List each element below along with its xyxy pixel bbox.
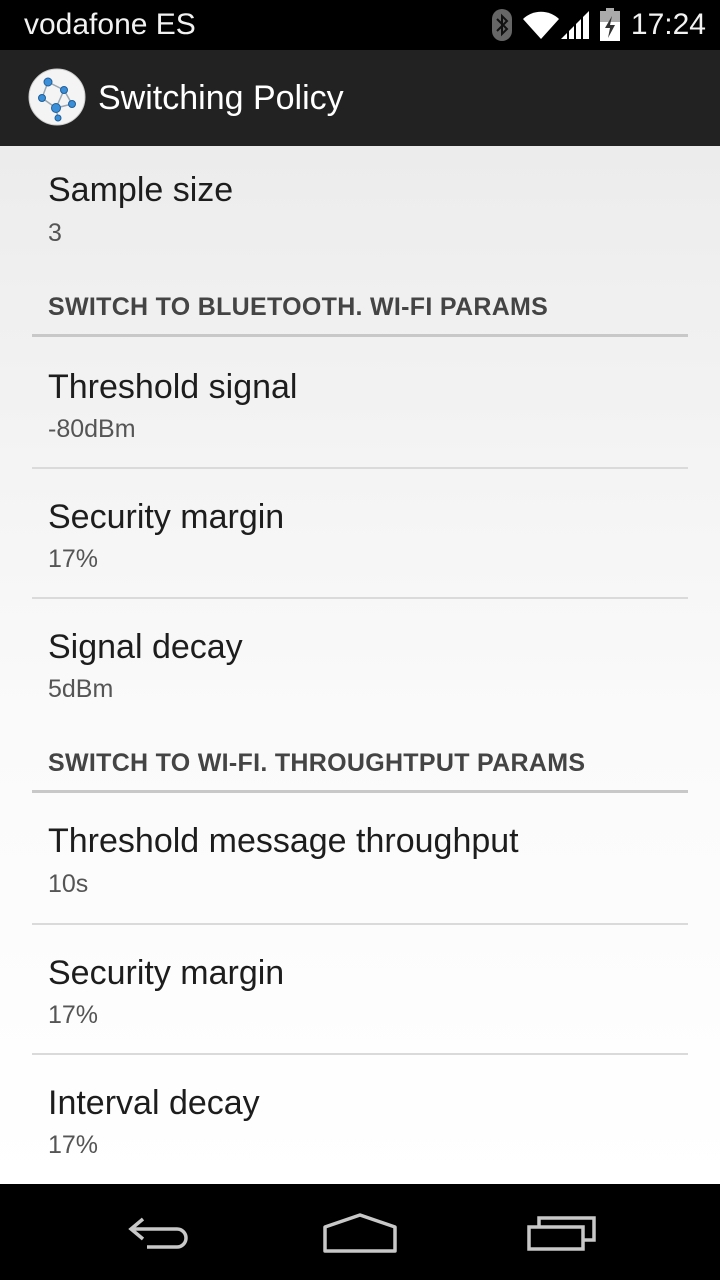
- action-bar: Switching Policy: [0, 50, 720, 146]
- pref-summary: -80dBm: [48, 415, 136, 443]
- bluetooth-icon: [491, 9, 512, 41]
- pref-threshold-message-throughput[interactable]: Threshold message throughput 10s: [32, 793, 688, 923]
- page-title: Switching Policy: [98, 79, 344, 117]
- navigation-bar: [0, 1184, 720, 1280]
- status-bar: vodafone ES 17:24: [0, 0, 720, 50]
- pref-security-margin-wifi[interactable]: Security margin 17%: [32, 925, 688, 1053]
- wifi-icon: [522, 11, 559, 39]
- app-network-icon[interactable]: [28, 68, 86, 126]
- pref-summary: 10s: [48, 870, 89, 898]
- category-header-bluetooth: SWITCH TO BLUETOOTH. WI-FI PARAMS: [48, 293, 549, 321]
- recents-icon: [527, 1216, 596, 1251]
- pref-summary: 5dBm: [48, 675, 114, 703]
- pref-title: Interval decay: [48, 1084, 260, 1122]
- pref-title: Threshold signal: [48, 368, 298, 406]
- back-icon: [128, 1217, 188, 1249]
- pref-title: Security margin: [48, 954, 285, 992]
- pref-security-margin-bluetooth[interactable]: Security margin 17%: [32, 469, 688, 597]
- pref-title: Security margin: [48, 498, 285, 536]
- pref-summary: 17%: [48, 545, 99, 573]
- pref-title: Sample size: [48, 171, 234, 209]
- clock: 17:24: [630, 8, 706, 41]
- pref-signal-decay[interactable]: Signal decay 5dBm: [32, 599, 688, 727]
- pref-title: Signal decay: [48, 628, 243, 666]
- home-icon: [323, 1213, 397, 1253]
- home-button[interactable]: [310, 1206, 410, 1260]
- carrier-name: vodafone ES: [24, 8, 196, 41]
- pref-summary: 3: [48, 219, 62, 247]
- cell-signal-icon: [560, 9, 589, 41]
- pref-title: Threshold message throughput: [48, 822, 519, 860]
- battery-icon: [599, 8, 620, 41]
- category-header-wifi: SWITCH TO WI-FI. THROUGHTPUT PARAMS: [48, 749, 586, 777]
- pref-sample-size[interactable]: Sample size 3: [32, 146, 688, 266]
- back-button[interactable]: [110, 1206, 210, 1260]
- pref-threshold-signal[interactable]: Threshold signal -80dBm: [32, 337, 688, 467]
- recents-button[interactable]: [512, 1206, 612, 1260]
- pref-summary: 17%: [48, 1001, 99, 1029]
- pref-interval-decay[interactable]: Interval decay 17%: [32, 1055, 688, 1183]
- pref-summary: 17%: [48, 1131, 99, 1159]
- status-icons: 17:24: [483, 6, 706, 44]
- preferences-list: Sample size 3 SWITCH TO BLUETOOTH. WI-FI…: [0, 146, 720, 1184]
